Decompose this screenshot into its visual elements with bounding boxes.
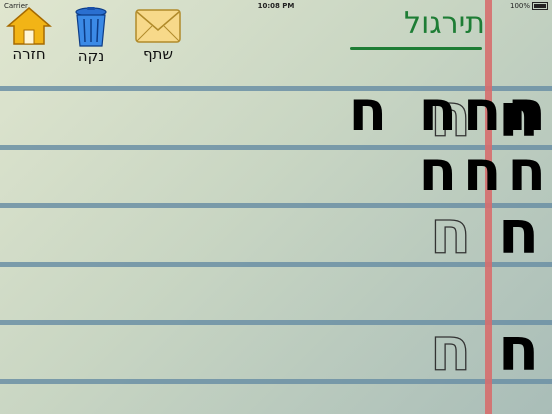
model-letter: ח bbox=[498, 315, 540, 385]
trace-letter-outline[interactable]: ח bbox=[429, 319, 472, 380]
home-label: חזרה bbox=[12, 45, 46, 63]
home-icon bbox=[6, 7, 52, 45]
battery-percent: 100% bbox=[509, 2, 530, 10]
page-title: תירגול bbox=[404, 6, 485, 41]
share-button[interactable]: שתף bbox=[133, 6, 183, 62]
battery-status: 100% bbox=[510, 2, 548, 10]
clear-button[interactable]: נקה bbox=[66, 6, 116, 64]
handwriting-strokes[interactable]: חחח ח חחח bbox=[215, 82, 552, 202]
margin-line bbox=[485, 0, 492, 414]
envelope-icon bbox=[135, 9, 181, 43]
battery-icon bbox=[532, 2, 548, 10]
trace-letter-outline[interactable]: ח bbox=[429, 202, 472, 263]
home-button[interactable]: חזרה bbox=[4, 6, 54, 62]
title-underline bbox=[350, 47, 482, 50]
share-label: שתף bbox=[142, 45, 174, 63]
clear-label: נקה bbox=[77, 47, 105, 65]
trash-icon bbox=[75, 7, 107, 47]
model-letter: ח bbox=[498, 198, 540, 268]
